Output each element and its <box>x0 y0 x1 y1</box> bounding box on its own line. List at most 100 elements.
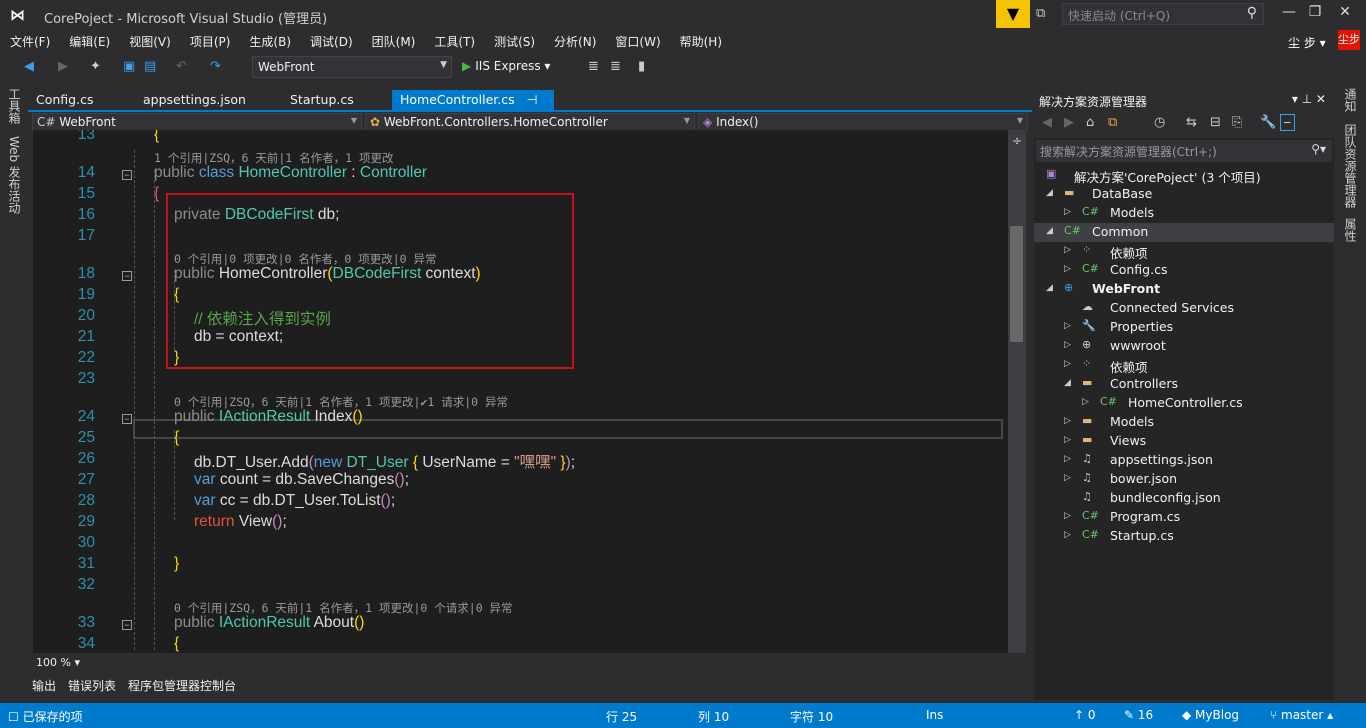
tree-item[interactable]: ▷ ♫ appsettings.json <box>1034 451 1334 470</box>
close-button[interactable]: ✕ <box>1330 4 1360 20</box>
tab-error-list[interactable]: 错误列表 <box>68 677 116 694</box>
menu-item[interactable]: 生成(B) <box>239 30 300 50</box>
push-count[interactable]: ↑ 0 <box>1074 708 1096 722</box>
feedback-icon[interactable]: ⧉ <box>1036 6 1045 21</box>
collapse-icon[interactable]: − <box>122 620 132 630</box>
properties-wrench-icon[interactable]: 🔧 <box>1260 115 1276 130</box>
expand-arrow-icon[interactable]: ▷ <box>1064 473 1071 483</box>
collapse-icon[interactable]: − <box>122 271 132 281</box>
comment-icon[interactable]: ≣ <box>588 59 599 74</box>
menu-item[interactable]: 编辑(E) <box>59 30 119 50</box>
startup-project-select[interactable]: WebFront ▼ <box>252 56 452 78</box>
collapse-icon[interactable]: − <box>122 170 132 180</box>
expand-arrow-icon[interactable]: ▷ <box>1064 245 1071 255</box>
tree-item[interactable]: ▷ C# Models <box>1034 204 1334 223</box>
vertical-scrollbar[interactable] <box>1008 130 1026 653</box>
avatar[interactable]: 尘步 <box>1338 30 1360 50</box>
expand-arrow-icon[interactable]: ▷ <box>1064 321 1071 331</box>
sync-icon[interactable]: ⇆ <box>1186 115 1197 130</box>
user-name[interactable]: 尘 步 ▾ <box>1288 34 1326 51</box>
pending-changes[interactable]: ✎ 16 <box>1124 708 1153 722</box>
expand-arrow-icon[interactable]: ▷ <box>1064 435 1071 445</box>
preview-icon[interactable]: ⎯ <box>1280 114 1295 131</box>
run-button[interactable]: ▶ IIS Express ▾ <box>462 59 550 73</box>
collapse-all-icon[interactable]: ⊟ <box>1210 115 1221 130</box>
panel-controls[interactable]: ▾ ⊥ ✕ <box>1292 92 1326 106</box>
expand-arrow-icon[interactable]: ▷ <box>1064 511 1071 521</box>
expanded-arrow-icon[interactable]: ◢ <box>1046 188 1053 198</box>
code-editor[interactable]: 13{1 个引用|ZSQ，6 天前|1 名作者，1 项更改 14− public c… <box>33 130 1008 653</box>
undo-icon[interactable]: ↶ <box>176 59 187 74</box>
menu-item[interactable]: 项目(P) <box>180 30 240 50</box>
properties-tab[interactable]: 属性 <box>1342 218 1359 242</box>
expand-arrow-icon[interactable]: ▷ <box>1082 397 1089 407</box>
bookmark-icon[interactable]: ▮ <box>638 59 645 74</box>
tab-appsettings-json[interactable]: appsettings.json <box>135 90 254 110</box>
pending-changes-icon[interactable]: ◷ <box>1154 115 1165 130</box>
member-dropdown[interactable]: ◈ Index() ▼ <box>698 113 1028 131</box>
web-publish-tab[interactable]: Web 发布活动 <box>6 136 23 214</box>
tab-output[interactable]: 输出 <box>32 677 56 694</box>
collapse-icon[interactable]: − <box>122 414 132 424</box>
menu-item[interactable]: 帮助(H) <box>670 30 731 50</box>
notifications-tab[interactable]: 通知 <box>1342 88 1359 112</box>
expand-arrow-icon[interactable]: ▷ <box>1064 530 1071 540</box>
tree-item[interactable]: ▷ ⁘ 依赖项 <box>1034 242 1334 261</box>
expanded-arrow-icon[interactable]: ◢ <box>1064 378 1071 388</box>
tab-startup-cs[interactable]: Startup.cs <box>282 90 362 110</box>
tree-item[interactable]: ▣ 解决方案'CorePoject' (3 个项目) <box>1034 166 1334 185</box>
save-icon[interactable]: ▣ <box>123 59 135 74</box>
notification-flag-icon[interactable]: ▼ <box>996 0 1030 28</box>
solution-search-input[interactable]: 搜索解决方案资源管理器(Ctrl+;) ⚲▾ <box>1036 140 1332 162</box>
menu-item[interactable]: 团队(M) <box>362 30 425 50</box>
show-all-files-icon[interactable]: ⎘ <box>1232 115 1242 130</box>
tab-package-manager-console[interactable]: 程序包管理器控制台 <box>128 677 236 694</box>
uncomment-icon[interactable]: ≣ <box>610 59 621 74</box>
scrollbar-thumb[interactable] <box>1010 226 1023 342</box>
menu-item[interactable]: 调试(D) <box>300 30 362 50</box>
save-all-icon[interactable]: ▤ <box>144 59 156 74</box>
menu-item[interactable]: 测试(S) <box>484 30 544 50</box>
switch-views-icon[interactable]: ⧉ <box>1108 115 1117 130</box>
tree-item[interactable]: ▷ ▬ Views <box>1034 432 1334 451</box>
tree-item[interactable]: ◢ C# Common <box>1034 223 1334 242</box>
tree-item[interactable]: ◢ ▬ Controllers <box>1034 375 1334 394</box>
project-dropdown[interactable]: C# WebFront ▼ <box>32 113 362 131</box>
menu-item[interactable]: 视图(V) <box>119 30 180 50</box>
tree-item[interactable]: ▷ C# HomeController.cs <box>1034 394 1334 413</box>
expanded-arrow-icon[interactable]: ◢ <box>1046 226 1053 236</box>
forward-icon[interactable]: ▶ <box>58 59 68 74</box>
tree-item[interactable]: ▷ ⁘ 依赖项 <box>1034 356 1334 375</box>
tree-item[interactable]: ▷ C# Program.cs <box>1034 508 1334 527</box>
forward-icon[interactable]: ▶ <box>1064 115 1074 130</box>
menu-item[interactable]: 工具(T) <box>424 30 484 50</box>
expand-arrow-icon[interactable]: ▷ <box>1064 207 1071 217</box>
repository[interactable]: ◆ MyBlog <box>1182 708 1239 722</box>
tree-item[interactable]: ◢ ⊕ WebFront <box>1034 280 1334 299</box>
restore-button[interactable]: ❐ <box>1300 4 1330 20</box>
pin-icon[interactable]: ⊣ <box>527 92 538 107</box>
team-explorer-tab[interactable]: 团队资源管理器 <box>1342 124 1359 208</box>
tree-item[interactable]: ▷ C# Startup.cs <box>1034 527 1334 546</box>
back-icon[interactable]: ◀ <box>24 59 34 74</box>
tab-config-cs[interactable]: Config.cs <box>28 90 101 110</box>
split-icon[interactable]: ÷ <box>1012 134 1022 148</box>
expanded-arrow-icon[interactable]: ◢ <box>1046 283 1053 293</box>
tree-item[interactable]: ▷ C# Config.cs <box>1034 261 1334 280</box>
expand-arrow-icon[interactable]: ▷ <box>1064 454 1071 464</box>
tree-item[interactable]: ▷ 🔧 Properties <box>1034 318 1334 337</box>
tree-item[interactable]: ▷ ⊕ wwwroot <box>1034 337 1334 356</box>
branch[interactable]: ⑂ master ▴ <box>1270 708 1333 722</box>
tree-item[interactable]: ▷ ♫ bower.json <box>1034 470 1334 489</box>
new-item-icon[interactable]: ✦ <box>90 59 101 74</box>
tree-item[interactable]: ▷ ▬ Models <box>1034 413 1334 432</box>
menu-item[interactable]: 文件(F) <box>0 30 59 50</box>
horizontal-scrollbar[interactable] <box>33 653 1026 670</box>
quick-launch-input[interactable]: 快速启动 (Ctrl+Q) ⚲ <box>1062 3 1264 25</box>
expand-arrow-icon[interactable]: ▷ <box>1064 264 1071 274</box>
expand-arrow-icon[interactable]: ▷ <box>1064 416 1071 426</box>
menu-item[interactable]: 窗口(W) <box>605 30 669 50</box>
expand-arrow-icon[interactable]: ▷ <box>1064 359 1071 369</box>
toolbox-tab[interactable]: 工具箱 <box>6 88 23 124</box>
expand-arrow-icon[interactable]: ▷ <box>1064 340 1071 350</box>
